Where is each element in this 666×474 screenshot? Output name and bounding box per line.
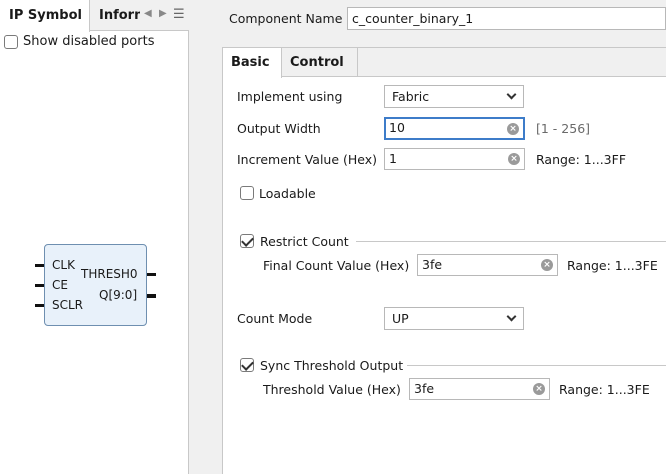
- clear-icon[interactable]: ×: [541, 259, 553, 271]
- group-divider: [407, 365, 666, 366]
- clear-icon[interactable]: ×: [508, 153, 520, 165]
- pin-thresh0: [147, 273, 156, 276]
- port-label-thresh0: THRESH0: [81, 267, 138, 281]
- restrict-count-label[interactable]: Restrict Count: [260, 234, 349, 249]
- loadable-label[interactable]: Loadable: [259, 186, 316, 201]
- final-count-label: Final Count Value (Hex): [263, 258, 410, 273]
- chevron-right-icon[interactable]: ▶: [159, 8, 167, 19]
- output-width-range: [1 - 256]: [536, 121, 591, 136]
- final-count-value: 3fe: [422, 257, 443, 272]
- chevron-down-icon: [506, 89, 517, 100]
- increment-value-label: Increment Value (Hex): [237, 152, 378, 167]
- increment-value-value: 1: [389, 151, 397, 166]
- increment-value-input[interactable]: 1 ×: [384, 148, 525, 170]
- threshold-value-label: Threshold Value (Hex): [263, 382, 401, 397]
- clear-icon[interactable]: ×: [507, 123, 519, 135]
- threshold-value-input[interactable]: 3fe ×: [409, 378, 550, 400]
- implement-using-select[interactable]: Fabric: [384, 85, 524, 108]
- final-count-input[interactable]: 3fe ×: [417, 254, 558, 276]
- output-width-label: Output Width: [237, 121, 321, 136]
- chevron-left-icon[interactable]: ◀: [144, 8, 152, 19]
- threshold-value-value: 3fe: [414, 381, 435, 396]
- pin-ce: [35, 284, 44, 287]
- menu-icon[interactable]: ☰: [173, 7, 185, 22]
- tab-control[interactable]: Control: [282, 48, 358, 77]
- output-width-value: 10: [389, 120, 405, 135]
- component-name-label: Component Name: [229, 11, 343, 26]
- pin-sclr: [35, 304, 44, 307]
- count-mode-select[interactable]: UP: [384, 307, 524, 330]
- increment-value-range: Range: 1...3FF: [536, 152, 627, 167]
- tab-basic[interactable]: Basic: [223, 48, 282, 78]
- restrict-count-checkbox[interactable]: [240, 234, 254, 248]
- threshold-value-range: Range: 1...3FE: [559, 382, 650, 397]
- implement-using-label: Implement using: [237, 89, 343, 104]
- implement-using-value: Fabric: [392, 89, 430, 104]
- tab-information[interactable]: Inforn: [92, 0, 140, 31]
- chevron-down-icon: [506, 311, 517, 322]
- pin-q-bus: [147, 294, 156, 298]
- port-label-clk: CLK: [52, 258, 75, 272]
- output-width-input[interactable]: 10 ×: [384, 117, 525, 140]
- pin-clk: [35, 264, 44, 267]
- group-divider: [356, 241, 666, 242]
- port-label-q: Q[9:0]: [99, 288, 138, 302]
- tab-ip-symbol[interactable]: IP Symbol: [0, 0, 90, 32]
- port-label-sclr: SCLR: [52, 298, 84, 312]
- count-mode-label: Count Mode: [237, 311, 313, 326]
- final-count-range: Range: 1...3FE: [567, 258, 658, 273]
- sync-threshold-checkbox[interactable]: [240, 358, 254, 372]
- loadable-checkbox[interactable]: [240, 186, 254, 200]
- component-name-input[interactable]: c_counter_binary_1: [347, 7, 666, 30]
- sync-threshold-label[interactable]: Sync Threshold Output: [260, 358, 403, 373]
- show-disabled-ports-label[interactable]: Show disabled ports: [23, 34, 154, 49]
- ip-symbol-panel: [0, 0, 189, 474]
- show-disabled-ports-checkbox[interactable]: [4, 35, 18, 49]
- port-label-ce: CE: [52, 278, 68, 292]
- count-mode-value: UP: [392, 311, 409, 326]
- clear-icon[interactable]: ×: [533, 383, 545, 395]
